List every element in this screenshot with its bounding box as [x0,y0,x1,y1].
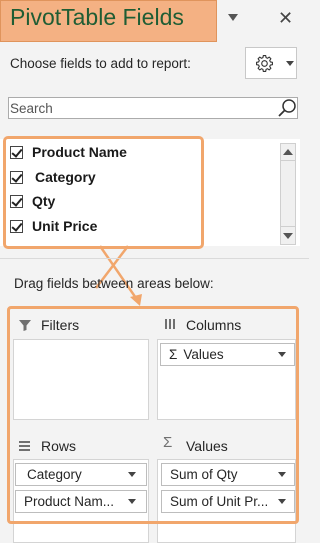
drag-fields-label: Drag fields between areas below: [14,276,214,291]
pane-splitter[interactable] [0,258,309,259]
areas-highlight [7,306,299,524]
